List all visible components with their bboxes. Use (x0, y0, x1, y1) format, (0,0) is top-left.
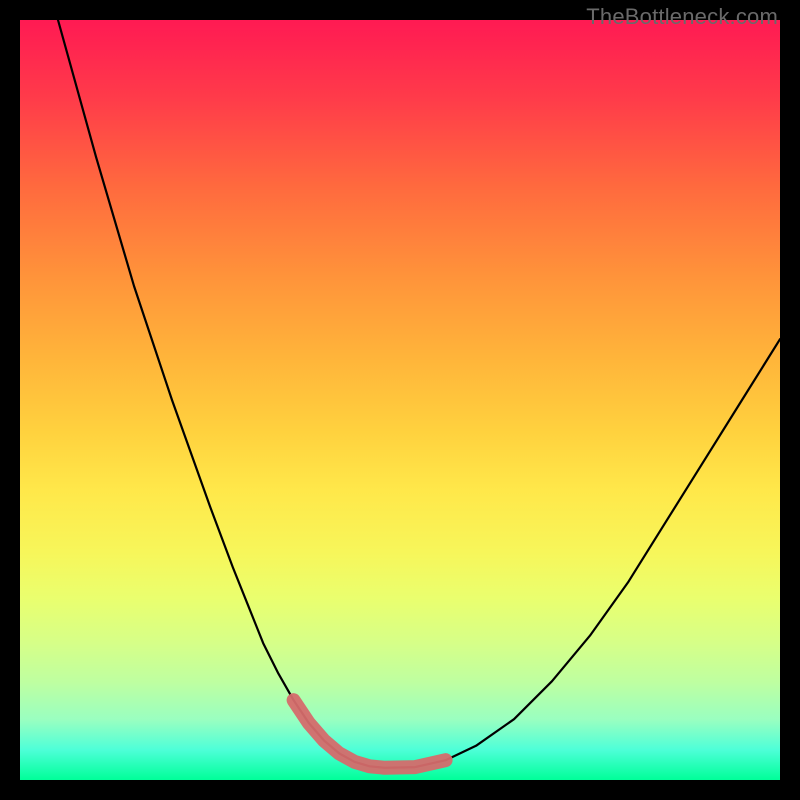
outer-frame: TheBottleneck.com (0, 0, 800, 800)
watermark-text: TheBottleneck.com (586, 4, 778, 30)
bottleneck-curve (58, 20, 780, 768)
chart-svg (20, 20, 780, 780)
optimal-zone-highlight (294, 700, 446, 768)
